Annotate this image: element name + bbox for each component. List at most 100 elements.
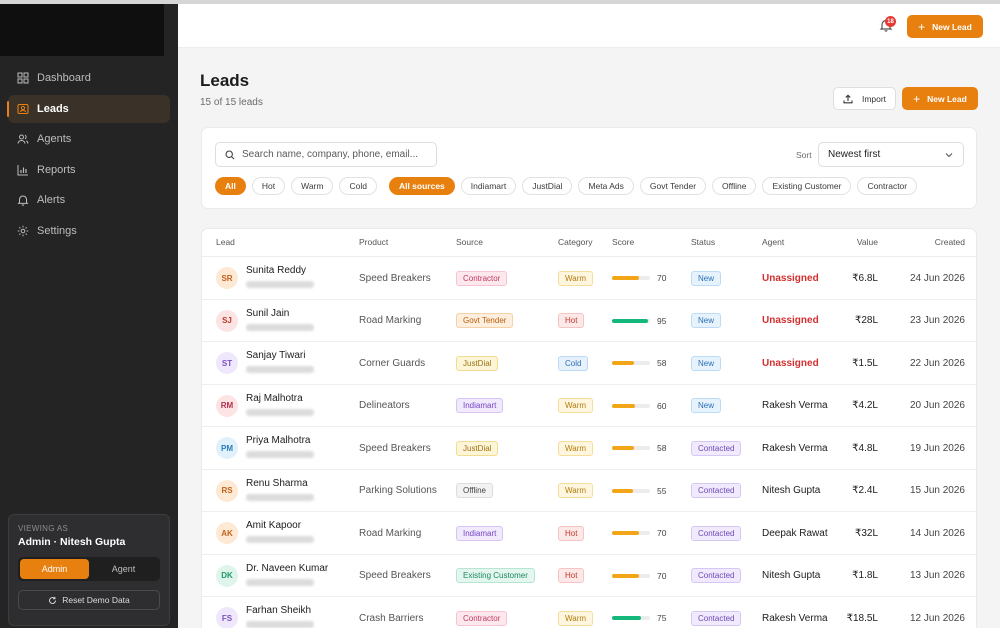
lead-name[interactable]: Dr. Naveen Kumar <box>246 563 328 574</box>
lead-company-redacted <box>246 493 314 501</box>
score-cell: 58 <box>612 427 666 470</box>
lead-cell: PM Priya Malhotra <box>216 427 314 470</box>
filter-chips: All Hot Warm Cold All sources Indiamart JustDi… <box>215 177 918 195</box>
table-row[interactable]: FS Farhan Sheikh Crash Barriers Contractor W… <box>202 597 976 628</box>
avatar: SR <box>216 267 238 290</box>
logo <box>0 4 164 56</box>
score-bar-fill <box>612 488 633 493</box>
value-cell: ₹28L <box>854 315 878 327</box>
sidebar-item-leads[interactable]: Leads <box>7 94 170 123</box>
score-bar-fill <box>612 318 649 323</box>
viewing-as-label: VIEWING AS <box>18 524 69 533</box>
score-cell: 75 <box>612 597 666 628</box>
score-bar <box>612 361 650 366</box>
lead-name[interactable]: Raj Malhotra <box>246 393 314 404</box>
sidebar-item-reports[interactable]: Reports <box>8 156 170 184</box>
table-row[interactable]: ST Sanjay Tiwari Corner Guards JustDial Cold… <box>202 342 976 385</box>
sidebar-item-settings[interactable]: Settings <box>8 217 170 245</box>
table-row[interactable]: RS Renu Sharma Parking Solutions Offline War… <box>202 470 976 513</box>
category-cell: Warm <box>558 470 594 513</box>
column-header-created[interactable]: Created <box>935 237 965 247</box>
column-header-source[interactable]: Source <box>456 237 483 247</box>
table-row[interactable]: SR Sunita Reddy Speed Breakers Contractor Wa… <box>202 257 976 300</box>
lead-name[interactable]: Renu Sharma <box>246 478 314 489</box>
lead-info: Sunita Reddy <box>246 265 314 289</box>
lead-cell: RM Raj Malhotra <box>216 385 314 428</box>
lead-name[interactable]: Sunil Jain <box>246 308 314 319</box>
status-badge: New <box>691 313 722 329</box>
sidebar-item-alerts[interactable]: Alerts <box>8 186 170 214</box>
score-cell: 60 <box>612 385 666 428</box>
table-row[interactable]: AK Amit Kapoor Road Marking Indiamart Hot 70 C… <box>202 512 976 555</box>
score-bar <box>612 531 650 536</box>
lead-name[interactable]: Sunita Reddy <box>246 265 314 276</box>
table-row[interactable]: PM Priya Malhotra Speed Breakers JustDial Wa… <box>202 427 976 470</box>
column-header-lead[interactable]: Lead <box>216 237 235 247</box>
score-cell: 70 <box>612 555 666 598</box>
import-label: Import <box>861 93 887 104</box>
category-chip-all[interactable]: All <box>215 177 246 195</box>
column-header-score[interactable]: Score <box>612 237 634 247</box>
category-chip-hot[interactable]: Hot <box>251 177 286 195</box>
sidebar-item-dashboard[interactable]: Dashboard <box>8 64 170 92</box>
lead-info: Sanjay Tiwari <box>246 350 314 374</box>
value-cell: ₹6.8L <box>852 272 878 284</box>
avatar: SJ <box>216 309 238 332</box>
page-title: Leads <box>200 71 250 90</box>
category-cell: Warm <box>558 257 594 300</box>
search-box[interactable] <box>215 142 437 167</box>
created-cell: 13 Jun 2026 <box>909 570 965 582</box>
lead-name[interactable]: Sanjay Tiwari <box>246 350 314 361</box>
topbar-new-lead-button[interactable]: + New Lead <box>907 15 983 38</box>
lead-name[interactable]: Priya Malhotra <box>246 435 314 446</box>
source-chip-offline[interactable]: Offline <box>712 177 757 195</box>
column-header-value[interactable]: Value <box>857 237 878 247</box>
table-row[interactable]: SJ Sunil Jain Road Marking Govt Tender Hot 95… <box>202 300 976 342</box>
value-cell: ₹32L <box>854 527 878 539</box>
sort-select[interactable]: Newest first <box>818 142 964 167</box>
sidebar-item-agents[interactable]: Agents <box>8 125 170 153</box>
new-lead-button[interactable]: + New Lead <box>902 87 978 110</box>
product-cell: Corner Guards <box>359 357 426 369</box>
category-cell: Hot <box>558 512 585 555</box>
table-row[interactable]: DK Dr. Naveen Kumar Speed Breakers Existing… <box>202 555 976 598</box>
lead-name[interactable]: Amit Kapoor <box>246 520 314 531</box>
sidebar: Dashboard Leads Agents Reports Alerts Setting… <box>0 4 178 628</box>
table-row[interactable]: RM Raj Malhotra Delineators Indiamart Warm 60… <box>202 385 976 428</box>
source-chip-govt-tender[interactable]: Govt Tender <box>639 177 707 195</box>
source-chip-all-sources[interactable]: All sources <box>388 177 455 195</box>
viewing-as-panel: VIEWING AS Admin · Nitesh Gupta Admin Ag… <box>8 514 170 626</box>
created-cell: 20 Jun 2026 <box>909 400 965 412</box>
agent-cell: Unassigned <box>762 357 819 369</box>
column-header-status[interactable]: Status <box>691 237 715 247</box>
column-header-product[interactable]: Product <box>359 237 388 247</box>
source-chip-meta-ads[interactable]: Meta Ads <box>578 177 634 195</box>
source-chip-justdial[interactable]: JustDial <box>522 177 573 195</box>
source-chip-contractor[interactable]: Contractor <box>857 177 918 195</box>
column-header-category[interactable]: Category <box>558 237 593 247</box>
chevron-down-icon <box>945 153 953 158</box>
category-chip-warm[interactable]: Warm <box>291 177 334 195</box>
lead-name[interactable]: Farhan Sheikh <box>246 605 314 616</box>
source-cell: JustDial <box>456 427 499 470</box>
role-agent-button[interactable]: Agent <box>89 559 158 579</box>
lead-company-redacted <box>246 621 314 628</box>
source-chip-indiamart[interactable]: Indiamart <box>460 177 517 195</box>
search-input[interactable] <box>242 149 432 160</box>
score-bar <box>612 403 650 408</box>
reset-demo-data-button[interactable]: Reset Demo Data <box>18 590 160 610</box>
category-badge: Warm <box>558 398 594 414</box>
source-cell: Contractor <box>456 257 508 300</box>
bell-icon <box>17 194 29 207</box>
created-cell: 23 Jun 2026 <box>909 315 965 327</box>
column-header-agent[interactable]: Agent <box>762 237 784 247</box>
role-admin-button[interactable]: Admin <box>20 559 89 579</box>
score-value: 58 <box>657 443 667 454</box>
lead-cell: AK Amit Kapoor <box>216 512 314 555</box>
page-subtitle: 15 of 15 leads <box>200 97 263 108</box>
lead-company-redacted <box>246 323 314 331</box>
avatar: RS <box>216 479 238 502</box>
status-cell: Contacted <box>691 512 742 555</box>
import-button[interactable]: Import <box>833 87 896 110</box>
source-chip-existing-customer[interactable]: Existing Customer <box>762 177 852 195</box>
